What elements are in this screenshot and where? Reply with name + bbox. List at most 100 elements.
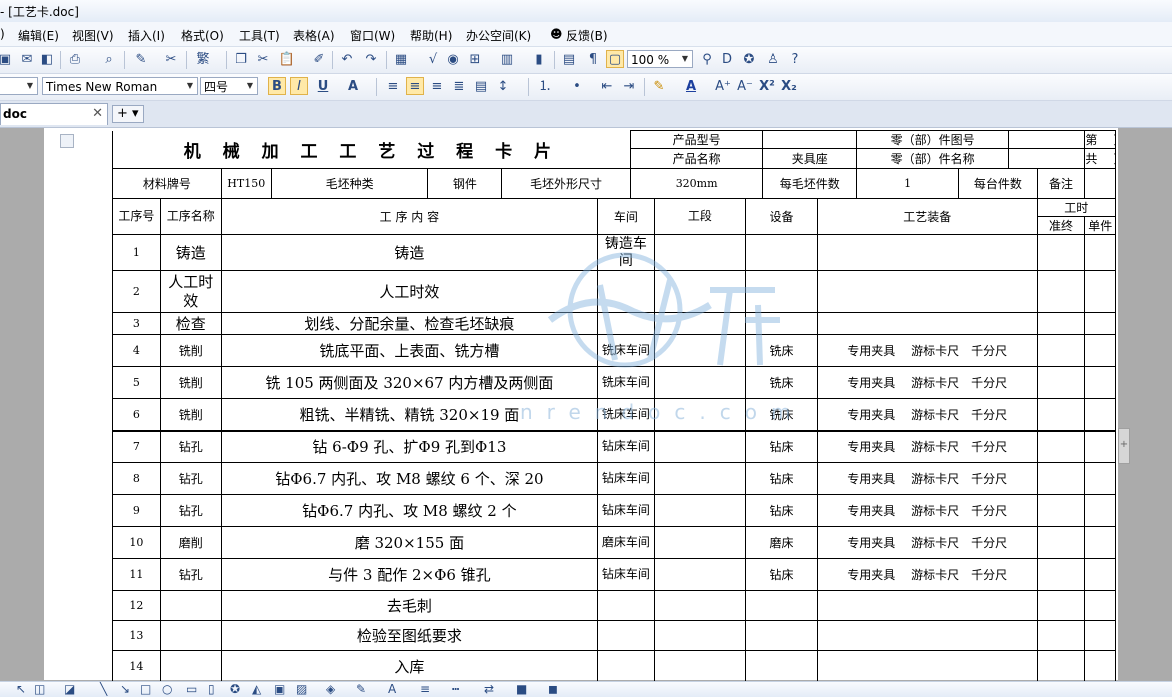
clipart-icon[interactable]: ▣	[274, 683, 285, 696]
font-effect-icon[interactable]: A	[344, 77, 362, 95]
copy-icon[interactable]: ❐	[232, 50, 250, 68]
font-color-icon[interactable]: A	[682, 77, 700, 95]
justify-icon[interactable]: ≣	[450, 77, 468, 95]
row-equipment: 磨床	[745, 526, 818, 559]
align-center-icon[interactable]: ≡	[406, 77, 424, 95]
wordart-icon[interactable]: ✪	[230, 683, 240, 696]
side-panel-toggle[interactable]: +	[1118, 428, 1130, 464]
menu-file-fragment[interactable]: )	[0, 27, 5, 41]
row-content: 钻Φ6.7 内孔、攻 M8 螺纹 6 个、深 20	[220, 462, 599, 495]
feedback-icon[interactable]: ☻	[550, 27, 563, 41]
shadow-icon[interactable]: ■	[516, 683, 527, 696]
superscript-icon[interactable]: X²	[758, 77, 776, 95]
row-number: 11	[112, 558, 161, 591]
close-icon[interactable]: ✕	[92, 106, 103, 121]
pdf-icon[interactable]: ◧	[38, 50, 56, 68]
menu-window[interactable]: 窗口(W)	[350, 27, 395, 44]
col-unit-header: 单件	[1084, 216, 1116, 235]
menu-format[interactable]: 格式(O)	[181, 27, 224, 44]
save-icon[interactable]: ▣	[0, 50, 14, 68]
mail-icon[interactable]: ✉	[18, 50, 36, 68]
material-grade-value: HT150	[220, 168, 272, 199]
dash-style-icon[interactable]: ┅	[452, 683, 459, 696]
gift-icon[interactable]: ✪	[740, 50, 758, 68]
bullets-icon[interactable]: •	[568, 77, 586, 95]
arrow-style-icon[interactable]: ⇄	[484, 683, 494, 696]
cut-page-icon[interactable]: ✂	[162, 50, 180, 68]
show-marks-icon[interactable]: ¶	[584, 50, 602, 68]
zoom-select[interactable]: 100 % ▼	[627, 50, 693, 68]
distribute-icon[interactable]: ▤	[472, 77, 490, 95]
picture-icon[interactable]: ▨	[296, 683, 307, 696]
underline-icon[interactable]: U	[314, 77, 332, 95]
textbox-icon[interactable]: ▭	[186, 683, 197, 696]
numbering-icon[interactable]: ⒈	[536, 77, 554, 95]
autoshapes-icon[interactable]: ◪	[64, 683, 75, 696]
blank-size-value: 320mm	[629, 168, 764, 199]
select-objects-icon[interactable]: ↖	[16, 683, 26, 696]
document-map-icon[interactable]: ▤	[560, 50, 578, 68]
format-painter-icon[interactable]: ✐	[310, 50, 328, 68]
increase-indent-icon[interactable]: ⇥	[620, 77, 638, 95]
line-style-icon[interactable]: ≡	[420, 683, 430, 696]
spellcheck-icon[interactable]: ✎	[132, 50, 150, 68]
font-select[interactable]: Times New Roman ▼	[42, 77, 198, 95]
chart-icon[interactable]: ▮	[530, 50, 548, 68]
insert-table-icon[interactable]: ⊞	[466, 50, 484, 68]
italic-icon[interactable]: I	[290, 77, 308, 95]
redo-icon[interactable]: ↷	[362, 50, 380, 68]
shirt-icon[interactable]: ♙	[764, 50, 782, 68]
line-spacing-icon[interactable]: ↕	[494, 77, 512, 95]
menu-tools[interactable]: 工具(T)	[239, 27, 280, 44]
subscript-icon[interactable]: X₂	[780, 77, 798, 95]
vertical-textbox-icon[interactable]: ▯	[208, 683, 215, 696]
undo-icon[interactable]: ↶	[338, 50, 356, 68]
oval-icon[interactable]: ○	[162, 683, 172, 696]
decrease-indent-icon[interactable]: ⇤	[598, 77, 616, 95]
globe-icon[interactable]: ◉	[444, 50, 462, 68]
col-name-header: 工序名称	[159, 198, 222, 235]
table-icon[interactable]: ▦	[392, 50, 410, 68]
paste-icon[interactable]: 📋	[278, 50, 296, 68]
menu-insert[interactable]: 插入(I)	[128, 27, 165, 44]
menu-help[interactable]: 帮助(H)	[410, 27, 452, 44]
help-icon[interactable]: ?	[786, 50, 804, 68]
line-color-icon[interactable]: ✎	[356, 683, 366, 696]
binoculars-icon[interactable]: ⚲	[698, 50, 716, 68]
row-workshop: 钻床车间	[597, 462, 655, 495]
menu-feedback[interactable]: 反馈(B)	[566, 27, 608, 44]
d-icon[interactable]: D	[718, 50, 736, 68]
align-left-icon[interactable]: ≡	[384, 77, 402, 95]
page-view-icon[interactable]: ▢	[606, 50, 624, 68]
cut-icon[interactable]: ✂	[254, 50, 272, 68]
document-tab[interactable]: doc ✕	[0, 103, 108, 125]
arrow-icon[interactable]: ↘	[120, 683, 130, 696]
formula-icon[interactable]: √	[424, 50, 442, 68]
menu-edit[interactable]: 编辑(E)	[18, 27, 59, 44]
fill-color-icon[interactable]: ◈	[326, 683, 335, 696]
row-content: 磨 320×155 面	[220, 526, 599, 559]
menu-table[interactable]: 表格(A)	[293, 27, 335, 44]
traditional-chinese-icon[interactable]: 繁	[194, 50, 212, 68]
grow-font-icon[interactable]: A⁺	[714, 77, 732, 95]
font-color-icon[interactable]: A	[388, 683, 396, 696]
rectangle-icon[interactable]: □	[140, 683, 151, 696]
style-select[interactable]: ▼	[0, 77, 38, 95]
shrink-font-icon[interactable]: A⁻	[736, 77, 754, 95]
menu-view[interactable]: 视图(V)	[72, 27, 114, 44]
highlight-icon[interactable]: ✎	[650, 77, 668, 95]
columns-icon[interactable]: ▥	[498, 50, 516, 68]
3d-icon[interactable]: ◼	[548, 683, 558, 696]
font-size-select[interactable]: 四号 ▼	[200, 77, 258, 95]
bold-icon[interactable]: B	[268, 77, 286, 95]
new-tab-button[interactable]: + ▾	[112, 105, 144, 123]
menu-office-space[interactable]: 办公空间(K)	[466, 27, 531, 44]
diagram-icon[interactable]: ◭	[252, 683, 261, 696]
row-equipment	[745, 620, 818, 651]
shapes-icon[interactable]: ◫	[34, 683, 45, 696]
print-preview-icon[interactable]: ⌕	[100, 50, 118, 68]
print-icon[interactable]: ⎙	[66, 50, 84, 68]
line-icon[interactable]: ╲	[100, 683, 107, 696]
align-right-icon[interactable]: ≡	[428, 77, 446, 95]
table-row: 7 钻孔 钻 6-Φ9 孔、扩Φ9 孔到Φ13 钻床车间 钻床 专用夹具 游标卡…	[112, 430, 1116, 463]
